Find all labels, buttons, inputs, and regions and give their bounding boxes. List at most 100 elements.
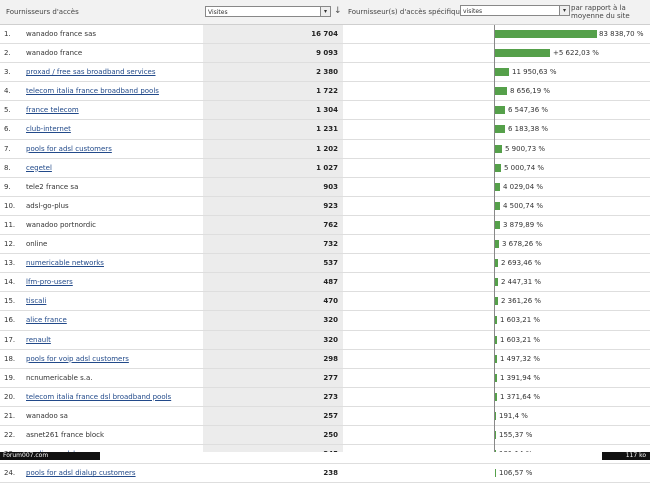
provider-name[interactable]: telecom italia france broadband pools	[26, 87, 159, 95]
table-row: 16. alice france 320 1 603,21 %	[0, 311, 650, 331]
compare-percent: 83 838,70 %	[599, 30, 644, 38]
row-index: 16.	[4, 316, 16, 325]
row-index: 20.	[4, 392, 16, 401]
compare-bar	[495, 182, 500, 191]
table-row: 11. wanadoo portnordic 762 3 879,89 %	[0, 216, 650, 236]
visits-value: 238	[323, 469, 338, 478]
baseline-divider	[494, 25, 495, 452]
compare-bar	[495, 411, 496, 420]
table-row: 2. wanadoo france 9 093 +5 622,03 %	[0, 44, 650, 64]
visits-value: 1 722	[316, 87, 338, 96]
visits-value: 1 231	[316, 125, 338, 134]
visits-value: 320	[323, 335, 338, 344]
compare-bar	[495, 297, 498, 306]
table-row: 8. cegetel 1 027 5 000,74 %	[0, 159, 650, 178]
provider-name[interactable]: pools for adsl dialup customers	[26, 469, 136, 477]
provider-name: online	[26, 240, 48, 249]
row-index: 18.	[4, 354, 16, 363]
table-row: 1. wanadoo france sas 16 704 83 838,70 %	[0, 25, 650, 45]
provider-name[interactable]: tiscali	[26, 297, 46, 305]
metric-select[interactable]: Visites ▾	[205, 6, 331, 17]
provider-name[interactable]: alice france	[26, 316, 67, 324]
compare-bar	[495, 49, 550, 58]
row-index: 17.	[4, 335, 16, 344]
provider-name: tele2 france sa	[26, 182, 79, 191]
provider-name[interactable]: proxad / free sas broadband services	[26, 68, 156, 76]
compare-bar	[495, 68, 509, 77]
compare-bar	[495, 373, 497, 382]
table-row: 12. online 732 3 678,26 %	[0, 235, 650, 255]
provider-name[interactable]: france telecom	[26, 106, 79, 114]
row-index: 7.	[4, 144, 11, 153]
row-index: 15.	[4, 297, 16, 306]
provider-name: asnet261 france block	[26, 430, 105, 439]
compare-select[interactable]: visites ▾	[460, 5, 570, 16]
compare-bar	[495, 240, 499, 249]
chevron-down-icon: ▾	[320, 7, 330, 16]
compare-bar	[495, 144, 502, 153]
provider-name[interactable]: renault	[26, 336, 51, 344]
metric-select-value: Visites	[208, 9, 228, 16]
chevron-down-icon: ▾	[559, 6, 569, 15]
visits-value: 273	[323, 392, 338, 401]
compare-percent: 5 900,73 %	[505, 144, 546, 153]
table-row: 18. pools for voip adsl customers 298 1 497…	[0, 350, 650, 369]
table-row: 24. pools for adsl dialup customers 238 106…	[0, 464, 650, 483]
compare-percent: 8 656,19 %	[510, 87, 551, 96]
compare-bar	[495, 335, 497, 344]
provider-name[interactable]: pools for voip adsl customers	[26, 355, 129, 363]
provider-name: wanadoo sa	[26, 411, 68, 420]
row-index: 10.	[4, 201, 16, 210]
compare-percent: 106,57 %	[499, 469, 533, 478]
visits-value: 470	[323, 297, 338, 306]
provider-name[interactable]: telecom italia france dsl broadband pool…	[26, 393, 171, 401]
provider-name: ncnumericable s.a.	[26, 373, 93, 382]
compare-percent: 2 693,46 %	[501, 259, 542, 268]
compare-bar	[495, 259, 498, 268]
table-row: 17. renault 320 1 603,21 %	[0, 331, 650, 350]
row-index: 19.	[4, 373, 16, 382]
compare-percent: 5 000,74 %	[504, 163, 545, 172]
row-index: 3.	[4, 68, 11, 77]
visits-value: 320	[323, 316, 338, 325]
compare-percent: 1 391,94 %	[500, 373, 541, 382]
provider-name[interactable]: numericable networks	[26, 259, 104, 267]
provider-name[interactable]: lfm-pro-users	[26, 278, 73, 286]
visits-value: 1 202	[316, 144, 338, 153]
row-index: 12.	[4, 240, 16, 249]
visits-value: 277	[323, 373, 338, 382]
compare-percent: 1 371,64 %	[500, 392, 541, 401]
provider-name: wanadoo france	[26, 49, 83, 58]
compare-bar	[495, 354, 497, 363]
row-index: 14.	[4, 278, 16, 287]
row-index: 21.	[4, 411, 16, 420]
page-size: 117 ko	[602, 452, 650, 460]
visits-value: 732	[323, 240, 338, 249]
compare-percent: 4 500,74 %	[503, 201, 544, 210]
provider-name[interactable]: cegetel	[26, 164, 52, 172]
compare-bar	[495, 30, 597, 38]
table-row: 22. asnet261 france block 250 155,37 %	[0, 426, 650, 446]
table-row: 7. pools for adsl customers 1 202 5 900,73 …	[0, 140, 650, 159]
table-row: 5. france telecom 1 304 6 547,36 %	[0, 101, 650, 121]
compare-percent: 1 603,21 %	[500, 335, 541, 344]
provider-name[interactable]: club-internet	[26, 125, 71, 133]
compare-bar	[495, 469, 496, 478]
compare-percent: 191,4 %	[499, 411, 528, 420]
arrow-down-icon[interactable]: ↓	[334, 6, 342, 16]
compare-bar	[495, 278, 498, 287]
compare-percent: 6 183,38 %	[508, 125, 549, 134]
provider-name: adsl-go-plus	[26, 201, 69, 210]
table-row: 20. telecom italia france dsl broadband p…	[0, 388, 650, 407]
row-index: 13.	[4, 259, 16, 268]
table-row: 10. adsl-go-plus 923 4 500,74 %	[0, 197, 650, 216]
table-row: 3. proxad / free sas broadband services 2 …	[0, 63, 650, 83]
provider-name: wanadoo portnordic	[26, 220, 97, 229]
col-provider-header[interactable]: Fournisseurs d'accès	[6, 8, 79, 16]
table-row: 19. ncnumericable s.a. 277 1 391,94 %	[0, 369, 650, 388]
provider-name[interactable]: pools for adsl customers	[26, 145, 112, 153]
compare-bar	[495, 392, 497, 401]
compare-percent: 3 879,89 %	[503, 220, 544, 229]
compare-bar	[495, 316, 497, 325]
compare-percent: 6 547,36 %	[508, 106, 549, 115]
